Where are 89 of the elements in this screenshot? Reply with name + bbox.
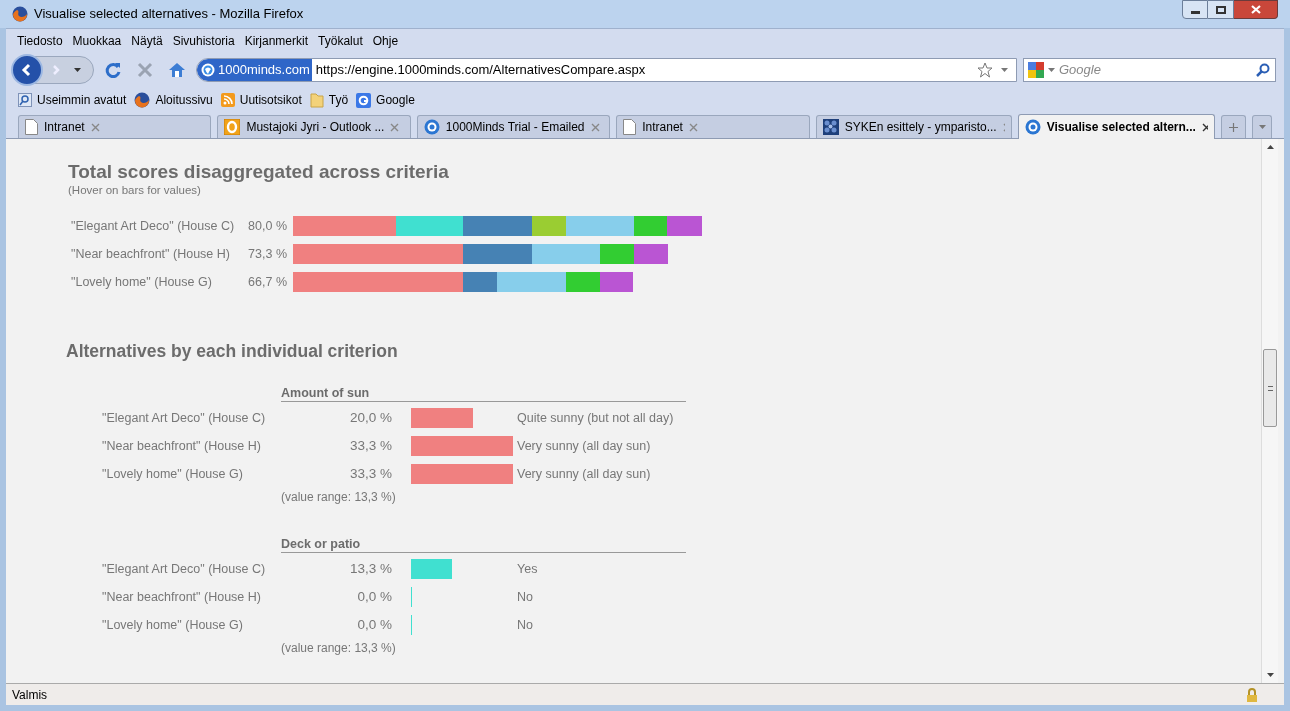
caret-icon[interactable] <box>73 68 81 72</box>
level-description: Yes <box>517 560 538 578</box>
alternative-name: "Elegant Art Deco" (House C) <box>71 217 235 235</box>
bookmark-item[interactable]: Google <box>356 91 415 109</box>
globe-icon[interactable] <box>201 63 215 77</box>
alternative-name: "Elegant Art Deco" (House C) <box>102 560 267 578</box>
criterion-score: 33,3 % <box>348 437 392 456</box>
new-tab-button[interactable] <box>1220 115 1247 138</box>
back-button[interactable] <box>11 54 43 86</box>
mosaic-icon <box>822 119 839 135</box>
alternative-name: "Near beachfront" (House H) <box>71 245 230 263</box>
firefox-icon <box>134 92 151 108</box>
browser-tab[interactable]: 1000Minds Trial - Emailed <box>416 115 611 138</box>
browser-tab[interactable]: Mustajoki Jyri - Outlook ... <box>217 115 411 138</box>
section-heading: Total scores disaggregated across criteria <box>68 161 450 183</box>
level-description: Quite sunny (but not all day) <box>517 409 674 427</box>
browser-tab[interactable]: SYKEn esittely - ymparisto... <box>815 115 1012 138</box>
address-bar[interactable]: 1000minds.com https://engine.1000minds.com/AlternativesCompare.aspx <box>196 58 1017 82</box>
google-icon[interactable] <box>1028 62 1044 78</box>
bookmark-item[interactable]: Työ <box>309 91 349 109</box>
browser-tab[interactable]: Intranet <box>18 115 212 138</box>
bookmark-item[interactable]: Useimmin avatut <box>18 91 127 109</box>
level-description: Very sunny (all day sun) <box>517 437 651 455</box>
home-icon[interactable] <box>168 62 186 78</box>
minimize-button[interactable] <box>1182 0 1208 19</box>
criterion-score: 33,3 % <box>348 465 392 484</box>
scrollbar[interactable] <box>1261 139 1278 683</box>
search-field[interactable]: Google <box>1023 58 1276 82</box>
globe-icon <box>1024 119 1041 135</box>
alternative-name: "Lovely home" (House G) <box>102 465 244 483</box>
menu-item[interactable]: Työkalut <box>313 32 368 50</box>
mail-app-icon <box>224 119 241 135</box>
search-icon[interactable] <box>1256 63 1270 77</box>
criterion-score: 20,0 % <box>348 409 392 428</box>
globe-icon <box>423 119 440 135</box>
menu-item[interactable]: Sivuhistoria <box>167 32 240 50</box>
total-score: 73,3 % <box>248 245 287 263</box>
tab-list-button[interactable] <box>1252 115 1273 138</box>
menu-item[interactable]: Ohje <box>367 32 404 50</box>
close-button[interactable] <box>1234 0 1278 19</box>
search-input[interactable]: Google <box>1059 60 1256 80</box>
hint-text: (Hover on bars for values) <box>68 183 202 197</box>
alternative-name: "Lovely home" (House G) <box>102 616 244 634</box>
site-identity-button[interactable]: 1000minds.com <box>197 59 312 81</box>
bookmark-item[interactable]: Uutisotsikot <box>220 91 302 109</box>
criterion-score: 0,0 % <box>356 615 392 634</box>
magnifier-icon <box>18 93 32 107</box>
scroll-thumb[interactable] <box>1263 349 1277 427</box>
status-text: Valmis <box>12 686 48 704</box>
padlock-icon <box>1246 687 1258 702</box>
criterion-heading: Deck or patio <box>281 537 686 553</box>
menu-item[interactable]: Näytä <box>126 32 168 50</box>
level-description: No <box>517 588 533 606</box>
bookmark-item[interactable]: Aloitussivu <box>134 91 213 109</box>
firefox-icon <box>12 6 28 22</box>
total-score: 66,7 % <box>248 273 287 291</box>
scroll-up-icon[interactable] <box>1266 145 1274 149</box>
page-icon <box>25 119 38 135</box>
alternative-name: "Near beachfront" (House H) <box>102 588 262 606</box>
google-icon <box>356 92 372 108</box>
window-title: Visualise selected alternatives - Mozilla Firefox <box>34 5 304 24</box>
star-icon[interactable] <box>977 62 993 78</box>
plus-icon[interactable] <box>1228 122 1238 132</box>
caret-icon[interactable] <box>1001 68 1008 72</box>
scroll-down-icon[interactable] <box>1266 673 1274 677</box>
url-text: https://engine.1000minds.com/AlternativesCompare.aspx <box>315 61 646 80</box>
menu-item[interactable]: Kirjanmerkit <box>239 32 314 50</box>
browser-tab[interactable]: Intranet <box>616 115 810 138</box>
maximize-button[interactable] <box>1208 0 1234 19</box>
caret-icon[interactable] <box>1048 68 1055 72</box>
alternative-name: "Elegant Art Deco" (House C) <box>102 409 267 427</box>
criterion-score: 0,0 % <box>356 587 392 606</box>
alternative-name: "Lovely home" (House G) <box>71 273 212 291</box>
level-description: No <box>517 616 533 634</box>
feed-icon <box>220 93 235 107</box>
criterion-heading: Amount of sun <box>281 386 686 403</box>
folder-icon <box>309 92 324 108</box>
value-range-text: (value range: 13,3 %) <box>281 640 396 657</box>
section-heading: Alternatives by each individual criterion <box>66 340 399 363</box>
menu-item[interactable]: Tiedosto <box>12 32 68 50</box>
total-score: 80,0 % <box>248 217 287 235</box>
alternative-name: "Near beachfront" (House H) <box>102 437 262 455</box>
menu-item[interactable]: Muokkaa <box>67 32 127 50</box>
criterion-score: 13,3 % <box>348 559 392 578</box>
value-range-text: (value range: 13,3 %) <box>281 489 396 507</box>
browser-tab[interactable]: Visualise selected altern... <box>1017 114 1215 139</box>
page-icon <box>623 119 637 135</box>
level-description: Very sunny (all day sun) <box>517 465 651 483</box>
stop-icon[interactable] <box>137 62 153 78</box>
